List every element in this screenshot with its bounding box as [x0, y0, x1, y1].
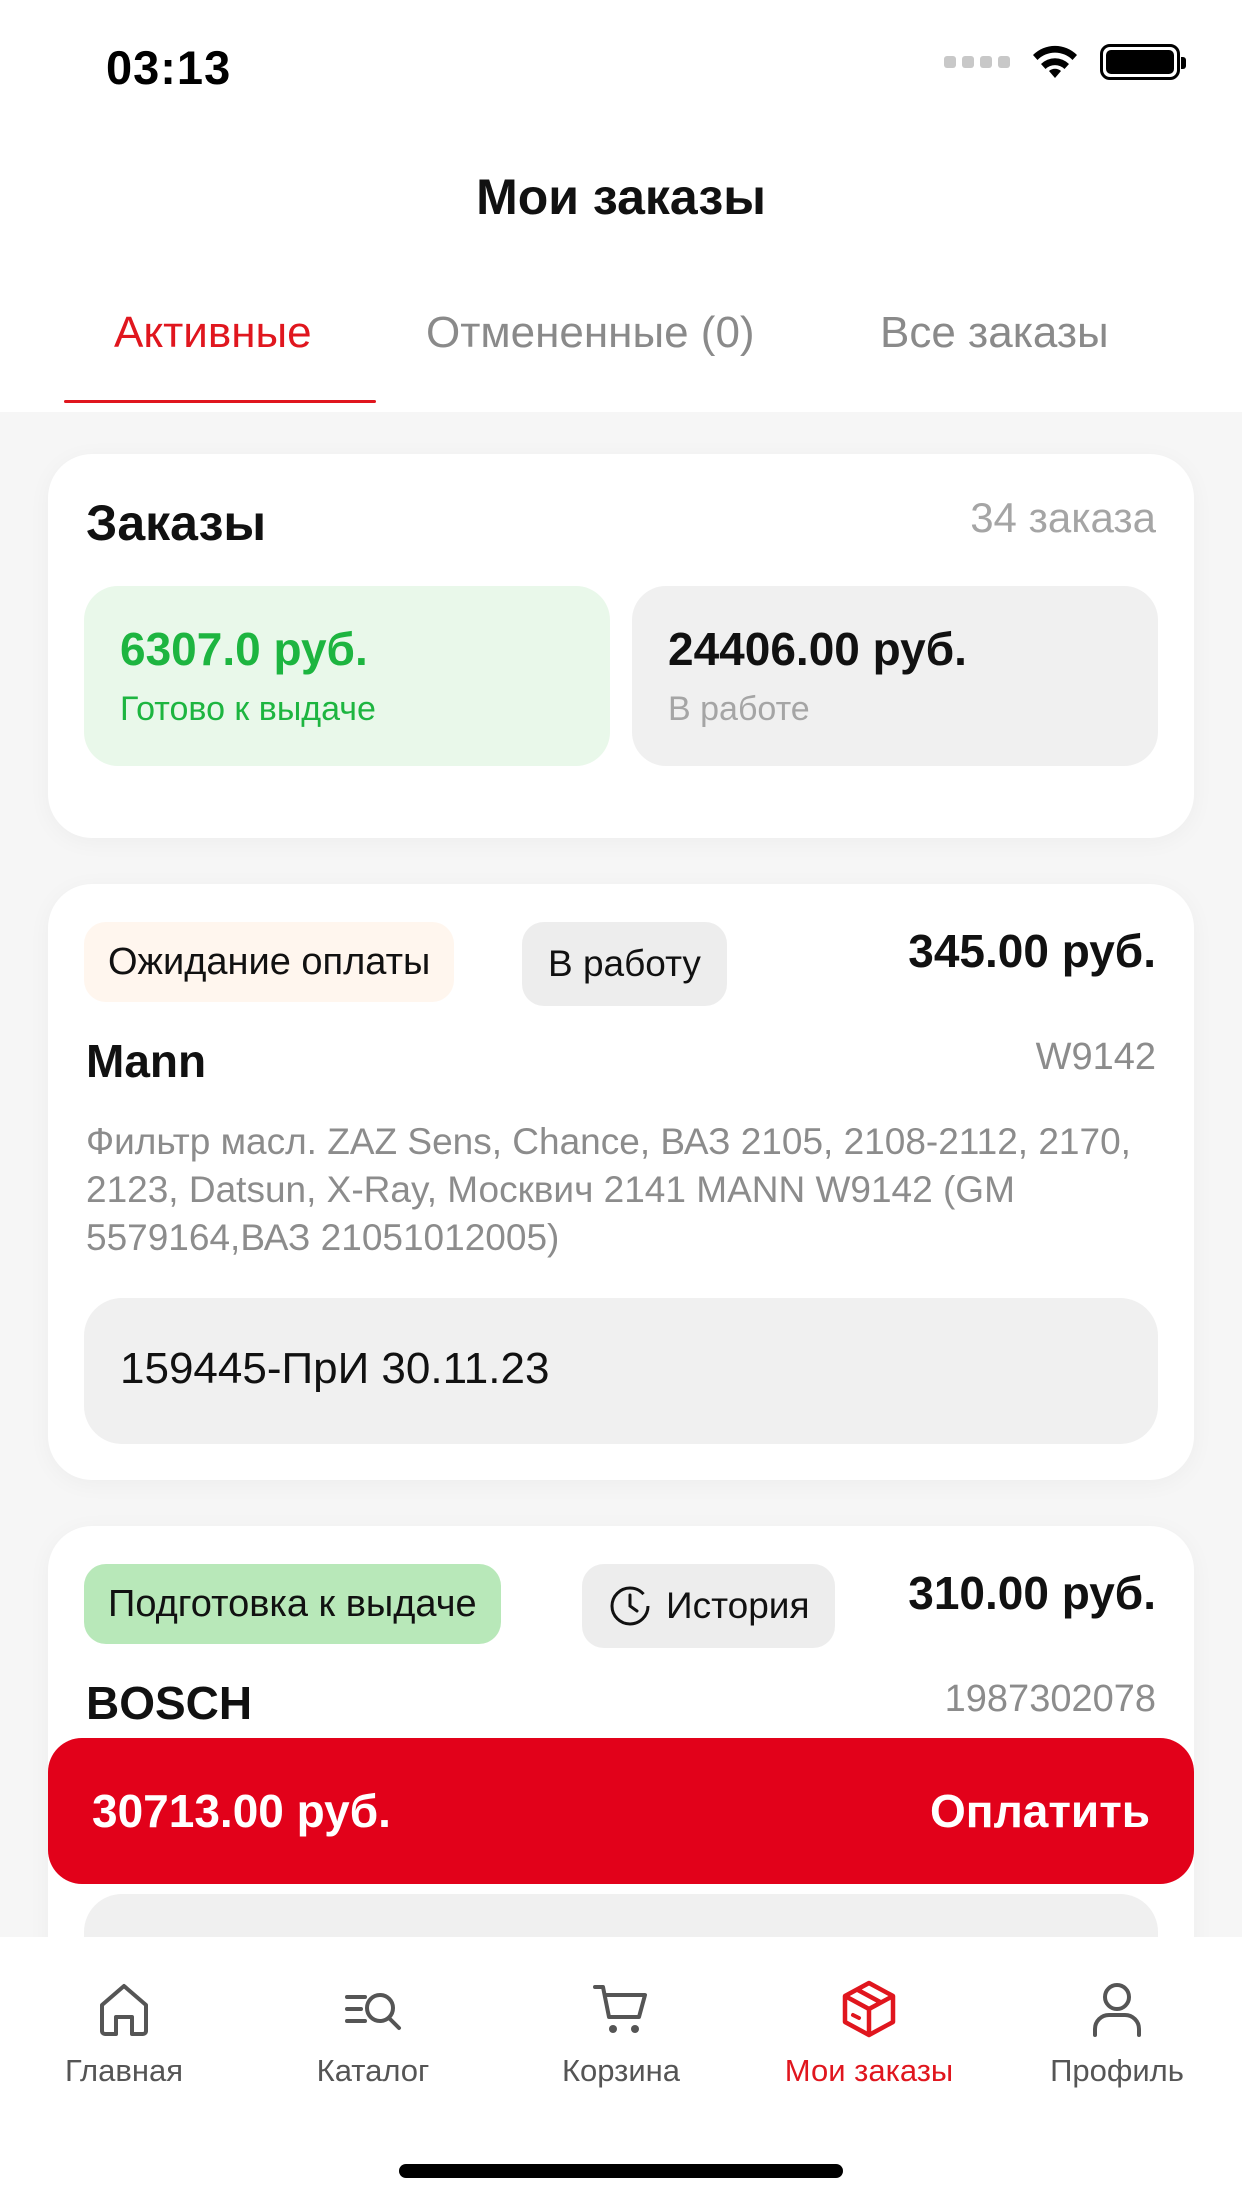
home-indicator — [399, 2164, 843, 2178]
tab-cancelled[interactable]: Отмененные (0) — [426, 308, 755, 358]
nav-home[interactable]: Главная — [4, 1977, 244, 2089]
status-time: 03:13 — [106, 41, 232, 94]
nav-cart[interactable]: Корзина — [501, 1977, 741, 2089]
order-brand: BOSCH — [86, 1677, 253, 1729]
in-work-stat[interactable]: 24406.00 руб. В работе — [632, 586, 1158, 766]
order-reference-box: 159445-ПрИ 30.11.23 — [84, 1298, 1158, 1444]
cart-icon — [593, 1985, 647, 2033]
in-work-label: В работе — [668, 690, 810, 728]
status-badge: Подготовка к выдаче — [84, 1564, 501, 1644]
nav-label: Мои заказы — [784, 2053, 954, 2088]
to-work-button[interactable]: В работу — [522, 922, 727, 1006]
battery-icon — [1100, 44, 1186, 80]
order-card[interactable]: Ожидание оплаты В работу 345.00 руб. Man… — [48, 884, 1194, 1480]
tab-all-orders[interactable]: Все заказы — [880, 308, 1109, 358]
order-article: W9142 — [1035, 1036, 1156, 1078]
pay-bar[interactable]: 30713.00 руб. Оплатить — [48, 1738, 1194, 1884]
tab-active[interactable]: Активные — [114, 308, 312, 358]
nav-label: Профиль — [1050, 2053, 1184, 2088]
ready-amount: 6307.0 руб. — [120, 623, 368, 675]
clock-history-icon — [610, 1586, 650, 1626]
in-work-amount: 24406.00 руб. — [668, 623, 967, 675]
status-icons — [944, 44, 1186, 80]
box-icon — [842, 1980, 896, 2038]
nav-label: Каталог — [316, 2053, 430, 2088]
ready-label: Готово к выдаче — [120, 690, 376, 728]
order-description: Фильтр масл. ZAZ Sens, Chance, ВАЗ 2105,… — [86, 1121, 1131, 1258]
home-icon — [100, 1984, 148, 2036]
page-title: Мои заказы — [476, 169, 766, 225]
ready-for-pickup-stat[interactable]: 6307.0 руб. Готово к выдаче — [84, 586, 610, 766]
order-tabs: Активные Отмененные (0) Все заказы — [0, 300, 1242, 410]
order-price: 310.00 руб. — [908, 1567, 1156, 1619]
nav-catalog[interactable]: Каталог — [253, 1977, 493, 2089]
order-brand: Mann — [86, 1035, 207, 1087]
nav-label: Корзина — [561, 2053, 681, 2088]
history-button[interactable]: История — [582, 1564, 836, 1648]
catalog-search-icon — [345, 1993, 401, 2030]
summary-title: Заказы — [86, 495, 267, 551]
status-badge: Ожидание оплаты — [84, 922, 455, 1002]
orders-count: 34 заказа — [970, 494, 1156, 541]
order-reference: 159445-ПрИ 30.11.23 — [120, 1344, 550, 1393]
nav-label: Главная — [65, 2053, 183, 2088]
pay-total: 30713.00 руб. — [92, 1785, 391, 1837]
active-tab-indicator — [64, 400, 376, 403]
order-article: 1987302078 — [944, 1678, 1156, 1720]
pay-button[interactable]: Оплатить — [930, 1784, 1150, 1838]
profile-icon — [1093, 1983, 1141, 2037]
order-price: 345.00 руб. — [908, 925, 1156, 977]
signal-icon — [944, 56, 1010, 68]
orders-summary-card: Заказы 34 заказа 6307.0 руб. Готово к вы… — [48, 454, 1194, 838]
history-label: История — [666, 1585, 810, 1626]
nav-my-orders[interactable]: Мои заказы — [749, 1977, 989, 2089]
nav-profile[interactable]: Профиль — [997, 1977, 1237, 2089]
wifi-icon — [1033, 45, 1077, 78]
status-bar: 03:13 — [0, 0, 1242, 130]
